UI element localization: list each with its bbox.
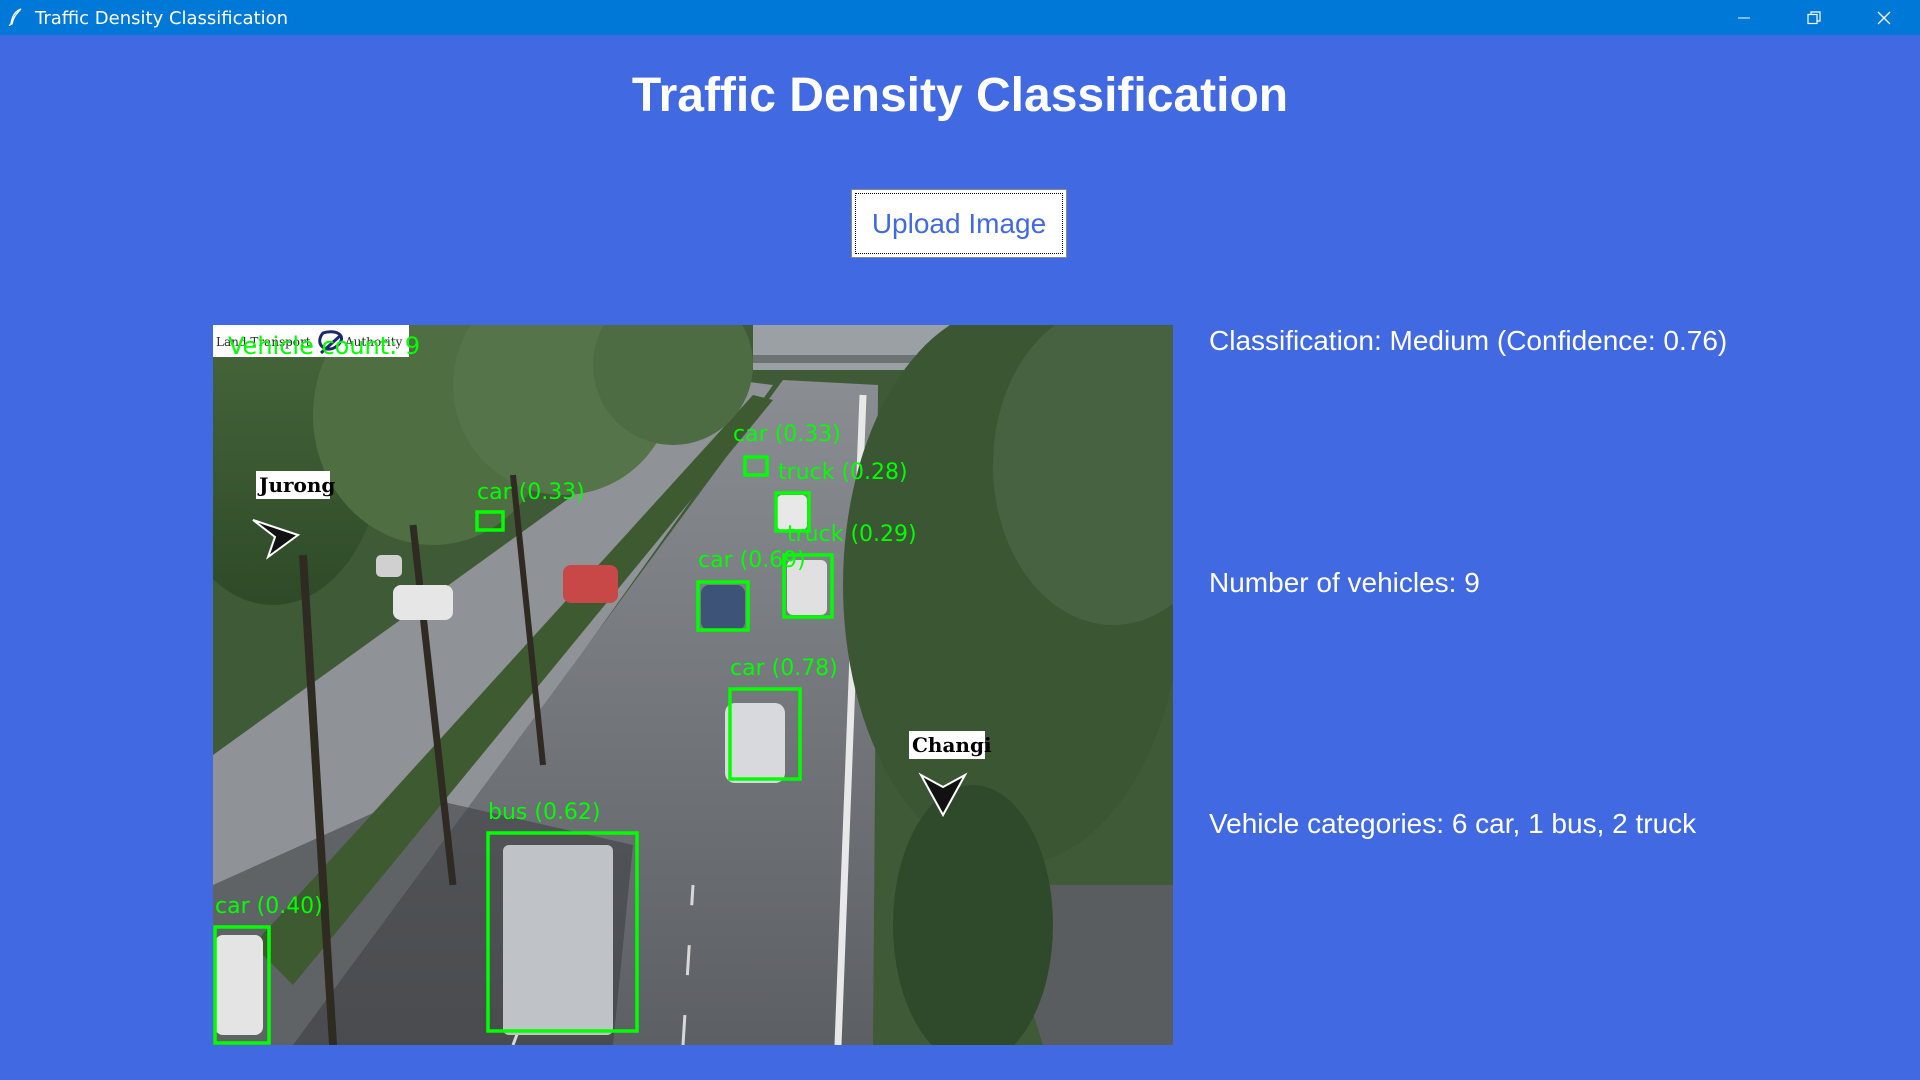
vehicle bbox=[393, 585, 453, 620]
minimize-icon bbox=[1738, 17, 1750, 18]
page-title: Traffic Density Classification bbox=[631, 69, 1289, 122]
sign-changi: Changi bbox=[912, 733, 992, 757]
detection-label: truck (0.28) bbox=[778, 460, 908, 485]
window-title: Traffic Density Classification bbox=[35, 8, 289, 29]
window-titlebar: Traffic Density Classification bbox=[0, 0, 1920, 35]
feather-icon bbox=[8, 8, 22, 26]
detection-label: car (0.33) bbox=[733, 422, 841, 447]
restore-button[interactable] bbox=[1779, 0, 1849, 35]
sign-jurong: Jurong bbox=[257, 473, 335, 497]
detection-label: car (0.78) bbox=[730, 656, 838, 681]
traffic-camera-image: car (0.33) truck (0.28) car (0.33) truck… bbox=[213, 325, 1173, 1045]
focus-ring bbox=[855, 193, 1063, 254]
restore-icon bbox=[1807, 10, 1821, 24]
vehicle bbox=[701, 585, 745, 630]
vehicle bbox=[563, 565, 618, 603]
minimize-button[interactable] bbox=[1709, 0, 1779, 35]
detection-label: truck (0.29) bbox=[787, 522, 917, 547]
detection-label: bus (0.62) bbox=[488, 800, 601, 825]
vehicle-categories-label: Vehicle categories: 6 car, 1 bus, 2 truc… bbox=[1209, 808, 1697, 839]
close-button[interactable] bbox=[1849, 0, 1919, 35]
vehicle bbox=[503, 845, 613, 1035]
vehicle bbox=[376, 555, 402, 577]
vehicle bbox=[725, 703, 785, 783]
classification-label: Classification: Medium (Confidence: 0.76… bbox=[1209, 325, 1728, 356]
detection-label: car (0.40) bbox=[215, 894, 323, 919]
upload-image-button[interactable]: Upload Image bbox=[851, 189, 1067, 258]
vehicle-count-label: Number of vehicles: 9 bbox=[1209, 567, 1480, 598]
detection-label: car (0.69) bbox=[698, 548, 806, 573]
close-icon bbox=[1877, 11, 1891, 24]
detection-label: car (0.33) bbox=[477, 480, 585, 505]
vehicle bbox=[215, 935, 263, 1035]
vehicle-count-overlay: Vehicle count: 9 bbox=[228, 332, 420, 360]
